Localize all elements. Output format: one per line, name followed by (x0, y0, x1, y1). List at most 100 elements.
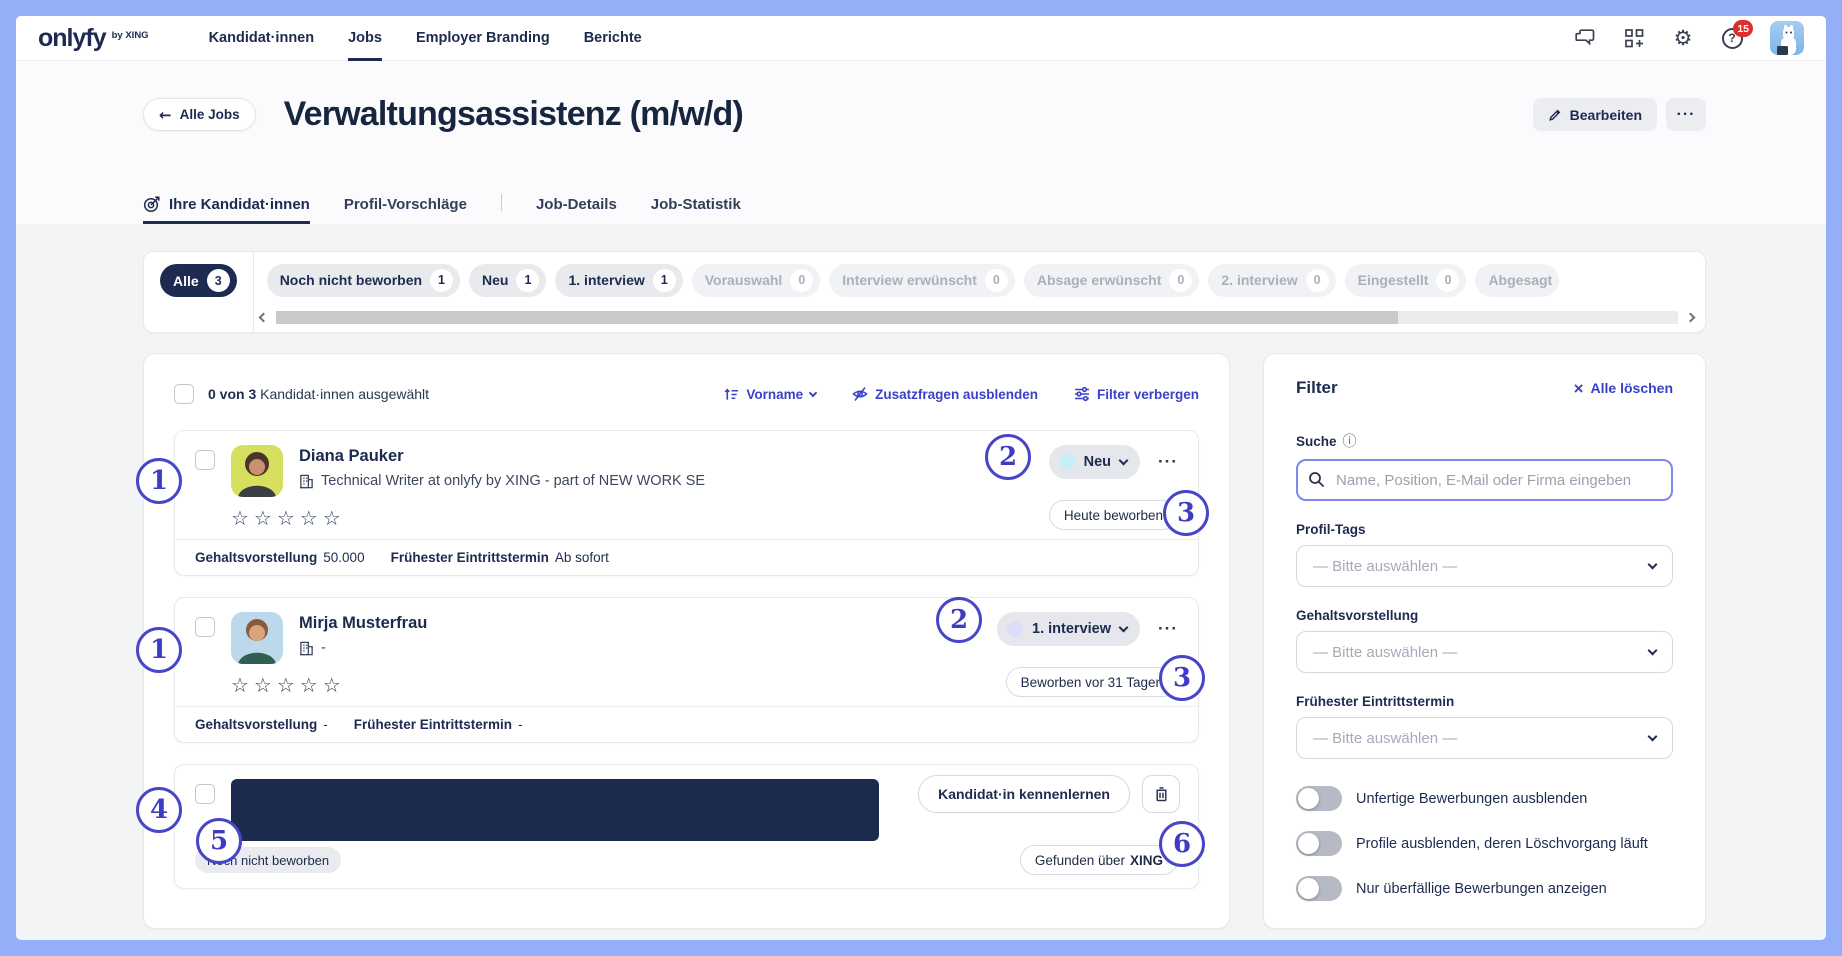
select-all-checkbox[interactable] (174, 384, 194, 404)
nav-item-berichte[interactable]: Berichte (584, 16, 642, 61)
hide-questions-label: Zusatzfragen ausblenden (875, 386, 1038, 402)
rating-stars[interactable]: ☆☆☆☆☆ (231, 506, 1178, 530)
status-label: 1. interview (1032, 621, 1112, 637)
sort-ascending-icon (724, 387, 739, 402)
stage-label: Neu (482, 272, 509, 289)
selection-caption: Kandidat·innen ausgewählt (260, 386, 430, 402)
selection-count: 0 von 3 (208, 386, 257, 402)
search-input[interactable] (1296, 459, 1673, 501)
status-dot (1058, 454, 1075, 470)
stage-pill-absage-erwuenscht: Absage erwünscht 0 (1023, 263, 1200, 297)
settings-gear-icon[interactable]: ⚙ (1672, 27, 1694, 49)
meet-candidate-button[interactable]: Kandidat·in kennenlernen (918, 775, 1130, 813)
gehaltsvorstellung-select[interactable]: — Bitte auswählen — (1296, 631, 1673, 673)
apps-grid-plus-icon[interactable] (1623, 27, 1645, 49)
tab-profil-vorschlaege[interactable]: Profil-Vorschläge (344, 196, 467, 224)
select-placeholder: — Bitte auswählen — (1313, 643, 1458, 661)
hide-filters-toggle[interactable]: Filter verbergen (1074, 386, 1199, 402)
stage-label: Eingestellt (1357, 272, 1429, 289)
sliders-icon (1074, 386, 1090, 402)
stage-pill-2-interview: 2. interview 0 (1208, 263, 1336, 297)
job-header: ← Alle Jobs Verwaltungsassistenz (m/w/d)… (16, 61, 1826, 224)
search-icon (1308, 471, 1325, 488)
candidate-checkbox[interactable] (195, 784, 215, 804)
top-navbar: onlyfy by XING Kandidat·innen Jobs Emplo… (16, 16, 1826, 61)
stage-count-badge: 1 (516, 268, 540, 292)
stage-pill-1-interview[interactable]: 1. interview 1 (555, 263, 683, 297)
candidate-list-card: 0 von 3 Kandidat·innen ausgewählt Vornam… (143, 353, 1230, 929)
logo-text: onlyfy (38, 23, 107, 52)
stage-label: 2. interview (1221, 272, 1298, 289)
scrollbar-thumb[interactable] (275, 310, 1398, 324)
candidate-checkbox[interactable] (195, 617, 215, 637)
tab-job-details[interactable]: Job-Details (536, 196, 617, 224)
company-icon (299, 474, 314, 489)
gehaltsvorstellung-label: Gehaltsvorstellung (1296, 608, 1419, 623)
delete-candidate-button[interactable] (1142, 775, 1180, 813)
user-avatar[interactable] (1770, 21, 1804, 55)
trash-icon (1154, 786, 1169, 802)
help-icon[interactable]: ? 15 (1721, 20, 1753, 49)
nav-item-employer-branding[interactable]: Employer Branding (416, 16, 550, 61)
toggle-label: Nur überfällige Bewerbungen anzeigen (1356, 880, 1607, 897)
toggle-hide-unfinished-applications[interactable] (1296, 786, 1342, 811)
candidate-more-button[interactable]: ··· (1158, 619, 1178, 639)
stage-pill-row: Noch nicht beworben 1 Neu 1 1. interview 1 … (254, 252, 1705, 305)
candidate-name[interactable]: Diana Pauker (299, 447, 705, 466)
toggle-show-only-overdue[interactable] (1296, 876, 1342, 901)
start-date-value: - (518, 717, 523, 732)
callout-1-candidate-card: 1 (136, 627, 182, 673)
source-brand: XING (1129, 852, 1163, 868)
stage-pill-abgesagt: Abgesagt (1475, 263, 1560, 297)
status-dropdown[interactable]: Neu (1048, 445, 1141, 479)
eintrittstermin-select[interactable]: — Bitte auswählen — (1296, 717, 1673, 759)
profil-tags-label: Profil-Tags (1296, 522, 1366, 537)
onlyfy-logo[interactable]: onlyfy by XING (38, 23, 149, 52)
stage-pill-noch-nicht-beworben[interactable]: Noch nicht beworben 1 (266, 263, 461, 297)
nav-item-kandidatinnen[interactable]: Kandidat·innen (209, 16, 315, 61)
edit-button-label: Bearbeiten (1569, 106, 1642, 123)
start-date-label: Frühester Eintrittstermin (353, 717, 513, 732)
candidate-name[interactable]: Mirja Musterfrau (299, 614, 427, 633)
back-button-label: Alle Jobs (179, 107, 240, 122)
stage-label: 1. interview (568, 272, 645, 289)
main-nav: Kandidat·innen Jobs Employer Branding Be… (209, 16, 642, 61)
scrollbar-track[interactable] (275, 310, 1678, 324)
pipeline-stages-bar: Alle 3 Noch nicht beworben 1 Neu 1 1. inte… (143, 251, 1706, 333)
edit-job-button[interactable]: Bearbeiten (1532, 98, 1657, 131)
main-content: Alle 3 Noch nicht beworben 1 Neu 1 1. inte… (16, 224, 1826, 940)
sort-label: Vorname (746, 386, 804, 402)
nav-item-jobs[interactable]: Jobs (348, 16, 382, 61)
tab-ihre-kandidatinnen[interactable]: Ihre Kandidat·innen (143, 196, 310, 224)
callout-2-status-dropdown: 2 (936, 597, 982, 643)
selection-summary: 0 von 3 Kandidat·innen ausgewählt (208, 386, 429, 402)
clear-all-filters-button[interactable]: × Alle löschen (1574, 380, 1673, 397)
stage-label: Alle (173, 272, 199, 289)
toggle-label: Unfertige Bewerbungen ausblenden (1356, 790, 1588, 807)
stage-label: Absage erwünscht (1036, 272, 1162, 289)
hide-questions-toggle[interactable]: Zusatzfragen ausblenden (852, 386, 1038, 402)
messages-icon[interactable] (1574, 27, 1596, 49)
status-label: Neu (1083, 454, 1112, 470)
navbar-actions: ⚙ ? 15 (1574, 20, 1804, 55)
candidate-more-button[interactable]: ··· (1158, 452, 1178, 472)
eye-off-icon (852, 386, 868, 402)
scroll-left-icon[interactable] (257, 310, 271, 324)
status-dropdown[interactable]: 1. interview (997, 612, 1141, 646)
job-more-actions-button[interactable]: ··· (1666, 98, 1706, 131)
callout-1-candidate-card: 1 (136, 458, 182, 504)
list-toolbar: 0 von 3 Kandidat·innen ausgewählt Vornam… (144, 354, 1229, 430)
stage-pill-neu[interactable]: Neu 1 (469, 263, 547, 297)
toggle-hide-deleting-profiles[interactable] (1296, 831, 1342, 856)
back-to-all-jobs-button[interactable]: ← Alle Jobs (143, 98, 256, 131)
start-date-label: Frühester Eintrittstermin (390, 550, 549, 565)
sort-by-vorname[interactable]: Vorname (724, 386, 818, 402)
stage-label: Noch nicht beworben (279, 272, 423, 289)
app-window: onlyfy by XING Kandidat·innen Jobs Emplo… (16, 16, 1826, 940)
profil-tags-select[interactable]: — Bitte auswählen — (1296, 545, 1673, 587)
stage-pill-alle[interactable]: Alle 3 (160, 264, 237, 297)
candidate-checkbox[interactable] (195, 450, 215, 470)
stage-scrollbar (254, 305, 1705, 332)
scroll-right-icon[interactable] (1683, 310, 1697, 324)
tab-job-statistik[interactable]: Job-Statistik (651, 196, 741, 224)
